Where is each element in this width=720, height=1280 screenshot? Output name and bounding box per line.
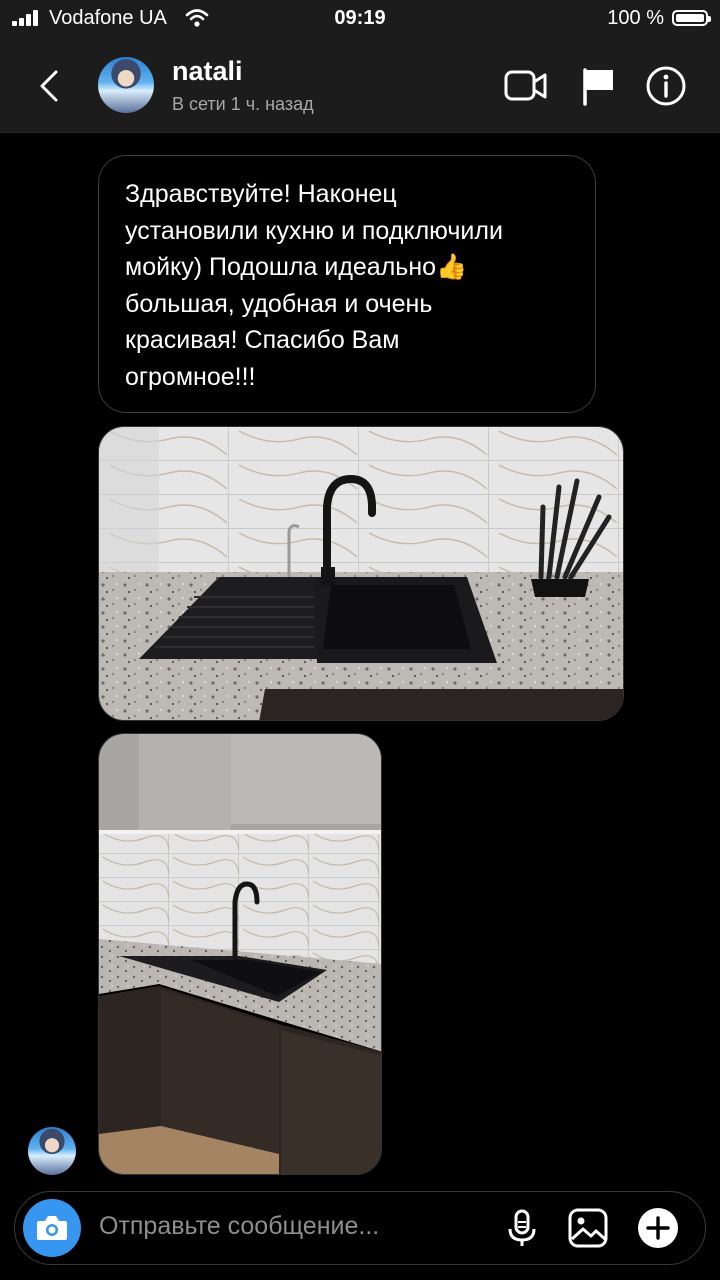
message-input[interactable]: Отправьте сообщение... bbox=[99, 1212, 379, 1241]
photo-image bbox=[99, 734, 381, 1174]
chat-header: natali В сети 1 ч. назад bbox=[0, 40, 720, 133]
message-line: красивая! Спасибо Вам bbox=[125, 326, 400, 354]
message-line: огромное!!! bbox=[125, 362, 256, 391]
flag-icon[interactable] bbox=[575, 64, 621, 108]
video-call-icon[interactable] bbox=[503, 64, 549, 108]
battery-percentage: 100 % bbox=[607, 7, 664, 29]
message-line: большая, удобная и очень bbox=[125, 289, 433, 318]
contact-name[interactable]: natali bbox=[172, 56, 243, 87]
message-line: установили кухню и подключили bbox=[125, 216, 503, 245]
camera-button[interactable] bbox=[23, 1199, 81, 1257]
info-icon[interactable] bbox=[643, 64, 689, 108]
status-bar: Vodafone UA 09:19 100 % bbox=[0, 0, 720, 40]
message-line: Здравствуйте! Наконец bbox=[125, 180, 397, 208]
photo-image bbox=[99, 427, 623, 720]
presence-status: В сети 1 ч. назад bbox=[172, 94, 314, 114]
plus-icon[interactable] bbox=[635, 1205, 681, 1251]
message-line: мойку) Подошла идеально👍 bbox=[125, 253, 468, 281]
message-composer: Отправьте сообщение... bbox=[14, 1191, 706, 1265]
message-bubble[interactable]: Здравствуйте! Наконец установили кухню и… bbox=[98, 155, 596, 413]
battery-icon bbox=[672, 10, 711, 26]
back-icon[interactable] bbox=[32, 66, 72, 106]
contact-avatar[interactable] bbox=[98, 57, 154, 113]
microphone-icon[interactable] bbox=[499, 1205, 545, 1251]
camera-icon bbox=[37, 1216, 67, 1240]
gallery-icon[interactable] bbox=[565, 1205, 611, 1251]
kitchen-sink-photo[interactable] bbox=[98, 426, 624, 721]
kitchen-corner-photo[interactable] bbox=[98, 733, 382, 1175]
sender-avatar[interactable] bbox=[28, 1127, 76, 1175]
